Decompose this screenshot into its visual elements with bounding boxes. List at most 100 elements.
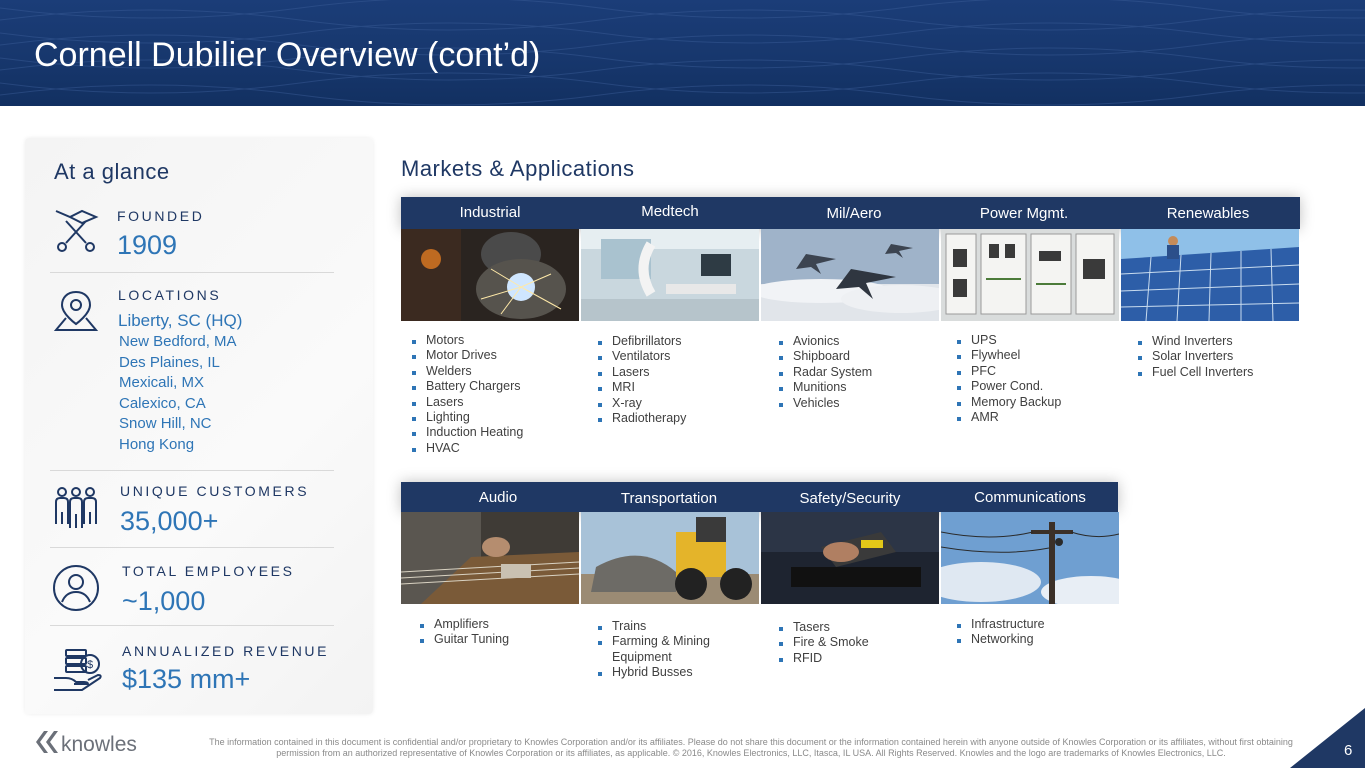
list-item: Hybrid Busses xyxy=(598,665,748,680)
guitar-photo xyxy=(401,512,579,604)
list-item: Motor Drives xyxy=(412,348,523,363)
location-item: Snow Hill, NC xyxy=(119,415,212,433)
location-item: Des Plaines, IL xyxy=(119,353,220,371)
market-communications: Communications xyxy=(974,489,1086,506)
customers-label: UNIQUE CUSTOMERS xyxy=(120,483,310,499)
market-power-mgmt: Power Mgmt. xyxy=(979,205,1069,222)
power-mgmt-apps: UPS Flywheel PFC Power Cond. Memory Back… xyxy=(957,333,1061,425)
knowles-logo: knowles xyxy=(36,729,156,762)
location-hq: Liberty, SC (HQ) xyxy=(118,311,243,330)
list-item: Power Cond. xyxy=(957,379,1061,394)
list-item: Memory Backup xyxy=(957,395,1061,410)
title-banner: Cornell Dubilier Overview (cont’d) xyxy=(0,0,1365,106)
list-item: Solar Inverters xyxy=(1138,349,1253,364)
audio-apps: Amplifiers Guitar Tuning xyxy=(420,617,509,648)
list-item: Flywheel xyxy=(957,348,1061,363)
list-item: PFC xyxy=(957,364,1061,379)
location-item: Mexicali, MX xyxy=(119,374,205,392)
divider xyxy=(50,470,334,471)
market-renewables: Renewables xyxy=(1166,205,1250,222)
divider xyxy=(50,272,334,273)
revenue-value: $135 mm+ xyxy=(122,664,251,694)
electrical-panel-photo xyxy=(941,229,1119,321)
list-item: Networking xyxy=(957,632,1045,647)
fighter-jets-photo xyxy=(761,229,939,321)
divider xyxy=(50,547,334,548)
list-item: Lasers xyxy=(412,395,523,410)
location-item: Hong Kong xyxy=(119,435,195,453)
list-item: Guitar Tuning xyxy=(420,632,509,647)
list-item: Radar System xyxy=(779,365,872,380)
list-item: UPS xyxy=(957,333,1061,348)
list-item: Motors xyxy=(412,333,523,348)
list-item: Avionics xyxy=(779,334,872,349)
market-industrial: Industrial xyxy=(459,204,521,221)
page-number: 6 xyxy=(1344,742,1353,759)
operating-room-photo xyxy=(581,229,759,321)
markets-title: Markets & Applications xyxy=(401,156,635,181)
list-item: Radiotherapy xyxy=(598,411,686,426)
employees-value: ~1,000 xyxy=(122,586,206,616)
confidentiality-disclaimer: The information contained in this docume… xyxy=(209,737,1293,758)
revenue-label: ANNUALIZED REVENUE xyxy=(122,643,330,659)
list-item: Fire & Smoke xyxy=(779,635,869,650)
list-item: Infrastructure xyxy=(957,617,1045,632)
wheel-loader-photo xyxy=(581,512,759,604)
communications-apps: Infrastructure Networking xyxy=(957,617,1045,648)
market-transportation: Transportation xyxy=(620,490,718,507)
locations-label: LOCATIONS xyxy=(118,287,222,303)
list-item: Defibrillators xyxy=(598,334,686,349)
list-item: Welders xyxy=(412,364,523,379)
safety-security-apps: Tasers Fire & Smoke RFID xyxy=(779,620,869,666)
map-pin-icon xyxy=(53,290,99,331)
employee-icon xyxy=(53,565,99,611)
page-title: Cornell Dubilier Overview (cont’d) xyxy=(34,36,541,74)
taser-photo xyxy=(761,512,939,604)
transportation-apps: Trains Farming & Mining Equipment Hybrid… xyxy=(598,619,748,681)
market-mil-aero: Mil/Aero xyxy=(826,205,882,222)
page-corner-triangle xyxy=(1290,708,1365,768)
list-item: RFID xyxy=(779,651,869,666)
renewables-apps: Wind Inverters Solar Inverters Fuel Cell… xyxy=(1138,334,1253,380)
customers-value: 35,000+ xyxy=(120,506,219,536)
locations-list: New Bedford, MA Des Plaines, IL Mexicali… xyxy=(119,332,237,456)
list-item: Lasers xyxy=(598,365,686,380)
market-medtech: Medtech xyxy=(641,203,699,220)
market-safety-security: Safety/Security xyxy=(799,490,901,507)
list-item: Trains xyxy=(598,619,748,634)
mil-aero-apps: Avionics Shipboard Radar System Munition… xyxy=(779,334,872,411)
list-item: Ventilators xyxy=(598,349,686,364)
market-header-band: Audio Transportation Safety/Security Com… xyxy=(401,482,1118,512)
list-item: MRI xyxy=(598,380,686,395)
list-item: Lighting xyxy=(412,410,523,425)
list-item: Fuel Cell Inverters xyxy=(1138,365,1253,380)
industrial-apps: Motors Motor Drives Welders Battery Char… xyxy=(412,333,523,456)
list-item: Battery Chargers xyxy=(412,379,523,394)
list-item: Munitions xyxy=(779,380,872,395)
list-item: X-ray xyxy=(598,396,686,411)
location-item: New Bedford, MA xyxy=(119,333,237,350)
list-item: Vehicles xyxy=(779,396,872,411)
ribbon-cutting-icon xyxy=(55,209,99,252)
logo-text: knowles xyxy=(61,733,137,756)
solar-panels-photo xyxy=(1121,229,1299,321)
svg-text:$: $ xyxy=(87,659,93,671)
market-header-band: Industrial Medtech Mil/Aero Power Mgmt. … xyxy=(401,197,1300,229)
divider xyxy=(50,625,334,626)
employees-label: TOTAL EMPLOYEES xyxy=(122,563,295,579)
market-audio: Audio xyxy=(478,489,518,506)
list-item: Tasers xyxy=(779,620,869,635)
welding-photo xyxy=(401,229,579,321)
list-item: Induction Heating xyxy=(412,425,523,440)
utility-pole-photo xyxy=(941,512,1119,604)
list-item: HVAC xyxy=(412,441,523,456)
medtech-apps: Defibrillators Ventilators Lasers MRI X-… xyxy=(598,334,686,426)
founded-value: 1909 xyxy=(117,230,178,260)
list-item: Wind Inverters xyxy=(1138,334,1253,349)
list-item: Shipboard xyxy=(779,349,872,364)
at-a-glance-title: At a glance xyxy=(54,159,170,184)
list-item: Farming & Mining Equipment xyxy=(598,634,748,665)
revenue-icon: $ xyxy=(54,649,102,691)
list-item: AMR xyxy=(957,410,1061,425)
people-group-icon xyxy=(55,487,97,528)
